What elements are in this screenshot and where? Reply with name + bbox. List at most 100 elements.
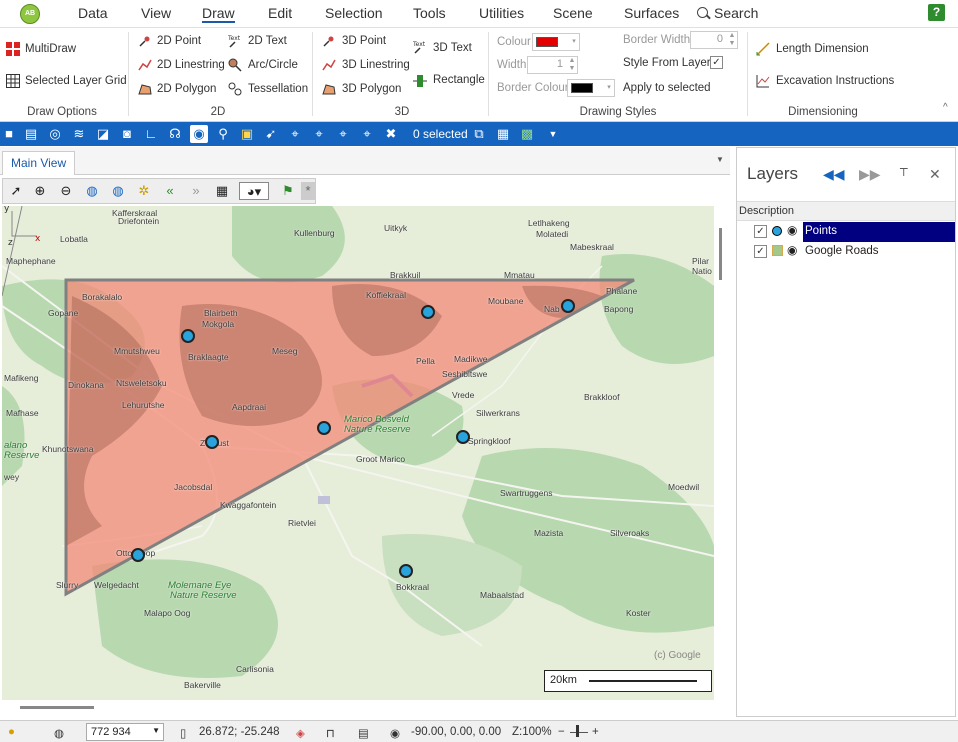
app-logo-icon[interactable]: AB [20, 4, 40, 24]
excel-export-icon[interactable]: ▩ [518, 125, 536, 143]
map-point-marker[interactable] [399, 564, 413, 578]
tab-dropdown-icon[interactable]: ▼ [716, 155, 724, 164]
length-dimension-button[interactable]: Length Dimension [776, 43, 869, 55]
map-point-marker[interactable] [456, 430, 470, 444]
search-icon[interactable] [697, 7, 708, 18]
previous-view-icon[interactable]: « [161, 182, 179, 200]
tab-main-view[interactable]: Main View [2, 151, 76, 175]
arc-circle-button[interactable]: Arc/Circle [248, 59, 298, 71]
measure-icon[interactable]: ☊ [166, 125, 184, 143]
map-icon[interactable]: ◪ [94, 125, 112, 143]
expand-right-icon[interactable]: ▶▶ [859, 166, 881, 183]
gear-layer-icon[interactable]: ◎ [46, 125, 64, 143]
layer-visibility-checkbox[interactable]: ✓ [754, 225, 767, 238]
globe-layer-icon[interactable]: ◍ [109, 182, 127, 200]
message-icon[interactable]: ▤ [358, 726, 369, 740]
eye-icon[interactable]: ◉ [787, 223, 797, 237]
style-from-layer-checkbox[interactable]: ✓ [710, 56, 723, 69]
select-add-icon[interactable]: ⌖ [334, 125, 352, 143]
menu-selection[interactable]: Selection [325, 5, 383, 21]
map-point-marker[interactable] [317, 421, 331, 435]
attribute-table-icon[interactable]: ▦ [494, 125, 512, 143]
select-line-icon[interactable]: ⌖ [286, 125, 304, 143]
polygon-2d-button[interactable]: 2D Polygon [157, 83, 216, 95]
layer-row-google-roads[interactable]: ✓ ◉ Google Roads [737, 242, 955, 262]
map-style-dropdown[interactable]: ◕▾ [239, 182, 269, 200]
bookmark-flag-icon[interactable]: ⚑ [279, 182, 297, 200]
close-icon[interactable]: ✕ [929, 166, 941, 183]
zoom-in-icon[interactable]: ⊕ [31, 182, 49, 200]
border-colour-picker[interactable]: ▾ [567, 79, 615, 97]
menu-data[interactable]: Data [78, 5, 108, 21]
menu-surfaces[interactable]: Surfaces [624, 5, 679, 21]
pin-icon[interactable]: ⚲ [214, 125, 232, 143]
spinner-icon[interactable]: ▲ ▼ [727, 32, 737, 48]
layer-visibility-checkbox[interactable]: ✓ [754, 245, 767, 258]
linestring-2d-button[interactable]: 2D Linestring [157, 59, 225, 71]
select-remove-icon[interactable]: ⌖ [358, 125, 376, 143]
zoom-slider-thumb[interactable] [576, 725, 579, 737]
select-box-icon[interactable]: ▣ [238, 125, 256, 143]
pointer-icon[interactable]: ➚ [7, 182, 25, 200]
layer-table-icon[interactable]: ▤ [22, 125, 40, 143]
excavation-instructions-button[interactable]: Excavation Instructions [776, 75, 894, 87]
select-polygon-icon[interactable]: ⌖ [310, 125, 328, 143]
text-3d-button[interactable]: 3D Text [433, 42, 472, 54]
menu-tools[interactable]: Tools [413, 5, 446, 21]
menu-search[interactable]: Search [714, 5, 758, 21]
map-point-marker[interactable] [421, 305, 435, 319]
eye-icon[interactable]: ◉ [787, 243, 797, 257]
lightbulb-icon[interactable]: ● [8, 726, 15, 738]
clear-selection-icon[interactable]: ✖ [382, 125, 400, 143]
menu-draw[interactable]: Draw [202, 5, 235, 23]
width-field[interactable]: 1 ▲ ▼ [527, 56, 578, 74]
zoom-slider[interactable] [570, 732, 588, 733]
map-horizontal-scrollbar[interactable] [20, 706, 94, 709]
map-point-marker[interactable] [205, 435, 219, 449]
bookmark-icon[interactable]: ◙ [118, 125, 136, 143]
folder-icon[interactable]: ■ [0, 125, 18, 143]
tessellation-button[interactable]: Tessellation [248, 83, 308, 95]
layers-stack-icon[interactable]: ≋ [70, 125, 88, 143]
menu-scene[interactable]: Scene [553, 5, 593, 21]
map-point-marker[interactable] [181, 329, 195, 343]
settings-icon[interactable]: ✲ [135, 182, 153, 200]
zoom-out-icon[interactable]: ⊖ [57, 182, 75, 200]
polygon-3d-button[interactable]: 3D Polygon [342, 83, 401, 95]
globe-status-icon[interactable]: ◍ [54, 726, 64, 740]
spinner-icon[interactable]: ▲ ▼ [567, 57, 577, 73]
snap-icon[interactable]: ◈ [296, 726, 305, 740]
menu-edit[interactable]: Edit [268, 5, 292, 21]
ruler-icon[interactable]: ∟ [142, 125, 160, 143]
next-view-icon[interactable]: » [187, 182, 205, 200]
map-vertical-scrollbar[interactable] [716, 206, 726, 700]
zoom-selection-icon[interactable]: ⧉ [470, 125, 488, 143]
globe-extent-icon[interactable]: ◍ [83, 182, 101, 200]
layer-row-points[interactable]: ✓ ◉ Points [737, 222, 955, 242]
zoom-plus-icon[interactable]: + [592, 726, 599, 738]
chevron-down-icon[interactable]: ▼ [544, 125, 562, 143]
colour-picker[interactable]: ▾ [532, 33, 580, 51]
select-point-icon[interactable]: ➹ [262, 125, 280, 143]
map-canvas[interactable]: Kafferskraal Driefontein Lobatla Kullenb… [2, 206, 714, 700]
border-width-field[interactable]: 0 ▲ ▼ [690, 31, 738, 49]
collapse-left-icon[interactable]: ◀◀ [823, 166, 845, 183]
globe-icon[interactable]: ◉ [190, 125, 208, 143]
lock-icon[interactable]: ⊓ [326, 726, 335, 740]
selected-layer-grid-button[interactable]: Selected Layer Grid [25, 75, 127, 87]
pin-icon[interactable]: ⊤ [899, 166, 909, 179]
collapse-ribbon-icon[interactable]: ^ [943, 102, 948, 113]
point-2d-button[interactable]: 2D Point [157, 35, 201, 47]
menu-view[interactable]: View [141, 5, 171, 21]
linestring-3d-button[interactable]: 3D Linestring [342, 59, 410, 71]
menu-utilities[interactable]: Utilities [479, 5, 524, 21]
multidraw-button[interactable]: MultiDraw [25, 43, 76, 55]
scale-combobox[interactable]: 772 934 ▼ [86, 723, 164, 741]
text-2d-button[interactable]: 2D Text [248, 35, 287, 47]
point-3d-button[interactable]: 3D Point [342, 35, 386, 47]
more-tools-button[interactable]: * [301, 182, 315, 200]
rectangle-button[interactable]: Rectangle [433, 74, 485, 86]
help-icon[interactable]: ? [928, 4, 945, 21]
map-point-marker[interactable] [131, 548, 145, 562]
grid-toggle-icon[interactable]: ▦ [213, 182, 231, 200]
